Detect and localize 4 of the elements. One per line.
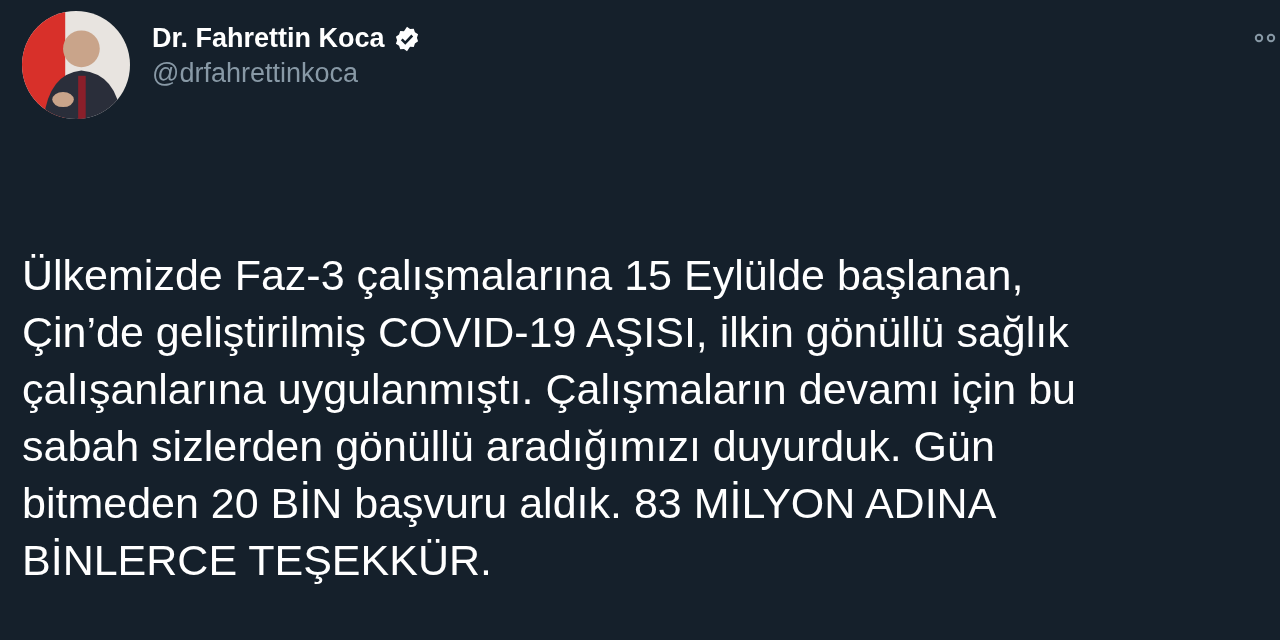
tweet-text: Ülkemizde Faz-3 çalışmalarına 15 Eylülde başlanan, Çin’de geliştirilmiş COVID-19 AŞISI, ilkin gönüllü sağlık çalışanlarına uygulanmıştı. Çalışmaların devamı için bu sabah sizlerden gönüllü aradığımızı duyurduk. Gün bitmeden 20 BİN başvuru aldık. 83 MİLYON ADINA BİNLERCE TEŞEKKÜR. <box>22 250 1077 586</box>
more-icon[interactable] <box>1254 33 1276 43</box>
author-handle[interactable]: @drfahrettinkoca <box>152 58 421 89</box>
author-name[interactable]: Dr. Fahrettin Koca <box>152 23 385 54</box>
